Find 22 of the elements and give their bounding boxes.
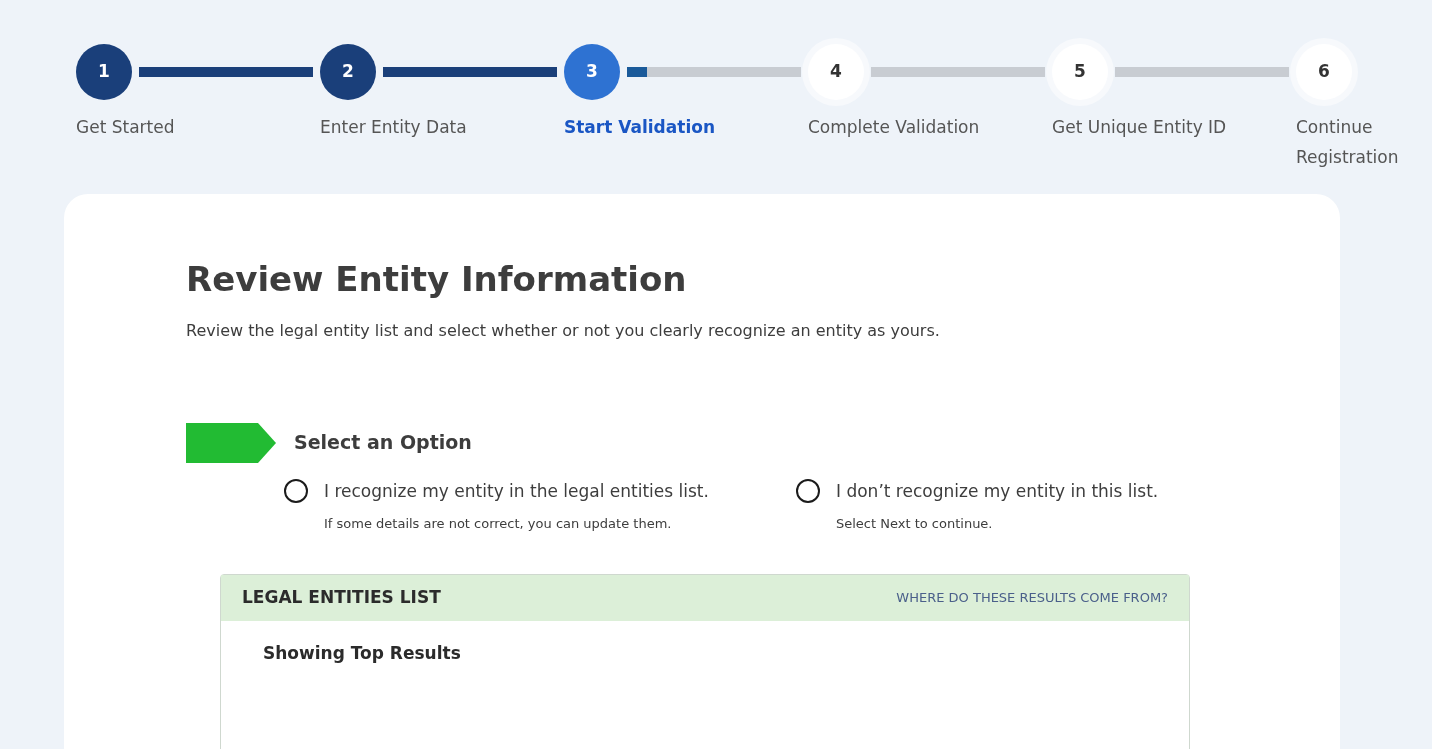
page-title: Review Entity Information	[186, 258, 688, 301]
arrow-marker-icon	[186, 422, 276, 463]
step-number: 1	[76, 44, 132, 100]
step-label: Get Started	[76, 116, 176, 139]
step-number: 3	[564, 44, 620, 100]
option-hint: If some details are not correct, you can update them.	[324, 515, 673, 533]
results-heading: Showing Top Results	[263, 641, 462, 665]
step-label: Continue Registration	[1296, 116, 1400, 169]
radio-button[interactable]	[284, 479, 308, 504]
radio-button[interactable]	[796, 479, 820, 504]
step-label: Start Validation	[564, 116, 716, 139]
step-label: Complete Validation	[808, 116, 981, 139]
section-title: Select an Option	[294, 430, 472, 456]
option-label[interactable]: I don’t recognize my entity in this list.	[836, 478, 1159, 504]
info-link[interactable]: WHERE DO THESE RESULTS COME FROM?	[896, 587, 1168, 608]
option-label[interactable]: I recognize my entity in the legal entities list.	[324, 478, 709, 504]
option-hint: Select Next to continue.	[836, 515, 994, 533]
step-label: Enter Entity Data	[320, 116, 468, 139]
page-description: Review the legal entity list and select whether or not you clearly recognize an entity as yours.	[186, 319, 941, 342]
step-number: 2	[320, 44, 376, 100]
list-title: LEGAL ENTITIES LIST	[242, 585, 441, 609]
step-label: Get Unique Entity ID	[1052, 116, 1228, 139]
